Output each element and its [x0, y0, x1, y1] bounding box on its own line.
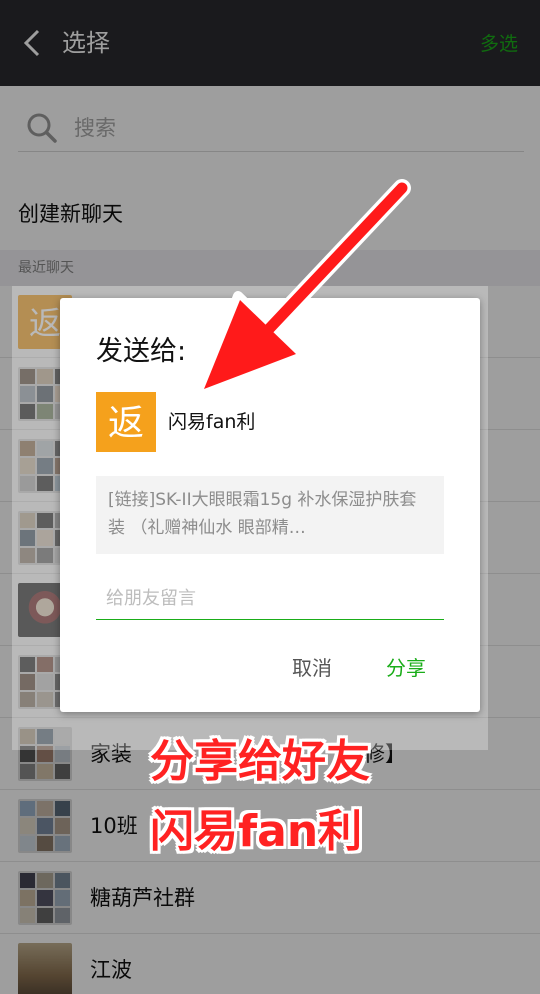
message-input[interactable]	[96, 578, 444, 620]
cancel-button[interactable]: 取消	[274, 648, 350, 688]
share-button[interactable]: 分享	[368, 648, 444, 688]
link-preview-text: [链接]SK-II大眼眼霜15g 补水保湿护肤套装 （礼赠神仙水 眼部精…	[108, 490, 417, 538]
dialog-title: 发送给:	[96, 336, 187, 367]
link-preview: [链接]SK-II大眼眼霜15g 补水保湿护肤套装 （礼赠神仙水 眼部精…	[96, 476, 444, 554]
annotation-caption-line1: 分享给好友	[150, 736, 370, 787]
share-dialog: 发送给: 返 闪易fan利 [链接]SK-II大眼眼霜15g 补水保湿护肤套装 …	[60, 298, 480, 712]
target-logo-avatar: 返	[96, 392, 156, 452]
target-logo-glyph: 返	[108, 403, 144, 444]
target-name: 闪易fan利	[168, 411, 256, 433]
annotation-caption-line2: 闪易fan利	[150, 806, 363, 857]
